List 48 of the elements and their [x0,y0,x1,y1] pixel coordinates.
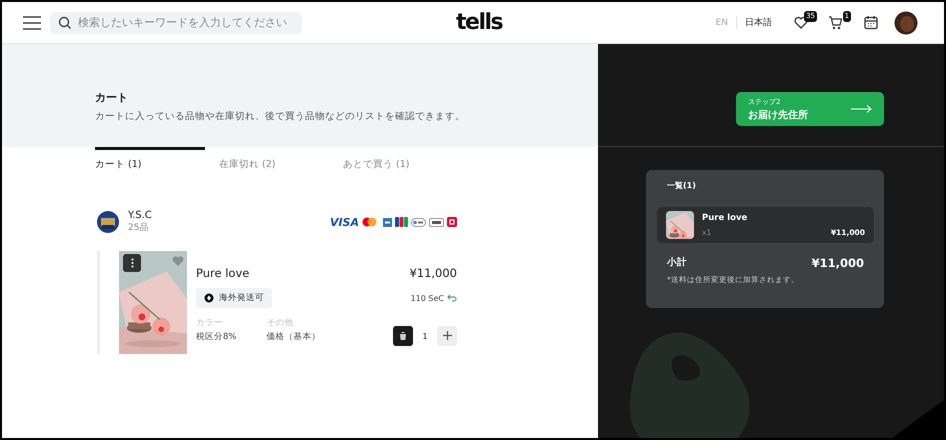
attribute-value: 税区分8% [196,330,236,342]
product-price: ¥11,000 [409,266,457,280]
item-count: 25品 [128,222,150,234]
tab[interactable]: カート (1) [95,147,205,179]
attribute-value: 価格（基本） [266,330,320,342]
wallet-icon [447,217,457,227]
page-description: カートに入っている品物や在庫切れ、後で買う品物などのリストを確認できます。 [95,110,466,123]
logo[interactable]: tells [456,10,502,35]
heart-icon[interactable] [794,16,808,29]
shop-name[interactable]: Y.S.C [128,210,152,221]
more-button[interactable] [123,254,141,272]
menu-icon[interactable] [22,14,42,30]
badge-label: 海外発送可 [219,292,264,304]
item-name: Pure love [702,213,748,223]
wallet-icon [429,218,444,226]
more-icon [130,258,134,268]
card-brand-icon [383,218,392,226]
summary-title: 一覧(1) [667,180,697,191]
step-title: お届け先住所 [748,108,809,122]
delete-button[interactable] [393,326,413,346]
quantity-value: 1 [421,332,429,340]
card-brand-icon [395,217,408,227]
calendar-icon[interactable] [864,15,878,30]
wallet-icon [411,218,426,226]
arrow-icon [851,105,872,113]
return-arrow-icon [447,294,457,302]
increase-button[interactable] [437,326,457,346]
plus-icon [442,331,452,340]
card-brand-icon [362,217,377,227]
attribute-label: その他 [266,316,294,328]
subtotal-value: ¥11,000 [812,256,864,270]
points-label: 110 SeC [410,294,444,302]
product-name[interactable]: Pure love [196,266,250,280]
tab[interactable]: 在庫切れ (2) [219,147,343,179]
payment-logo: VISA [330,216,359,228]
attribute-label: カラー [196,316,224,328]
search-field[interactable]: 検索したいキーワードを入力してください [50,12,302,34]
language-option[interactable]: 日本語 [737,16,780,29]
shop-avatar [97,211,119,233]
page-title: カート [95,90,129,105]
avatar[interactable] [894,10,918,34]
subtotal-label: 小計 [667,256,687,270]
cart-icon[interactable] [828,16,842,30]
trash-icon [398,331,408,341]
tab[interactable]: あとで買う (1) [343,147,467,179]
shipping-icon [204,293,214,303]
search-icon [58,16,71,29]
corner-shape [892,400,944,438]
